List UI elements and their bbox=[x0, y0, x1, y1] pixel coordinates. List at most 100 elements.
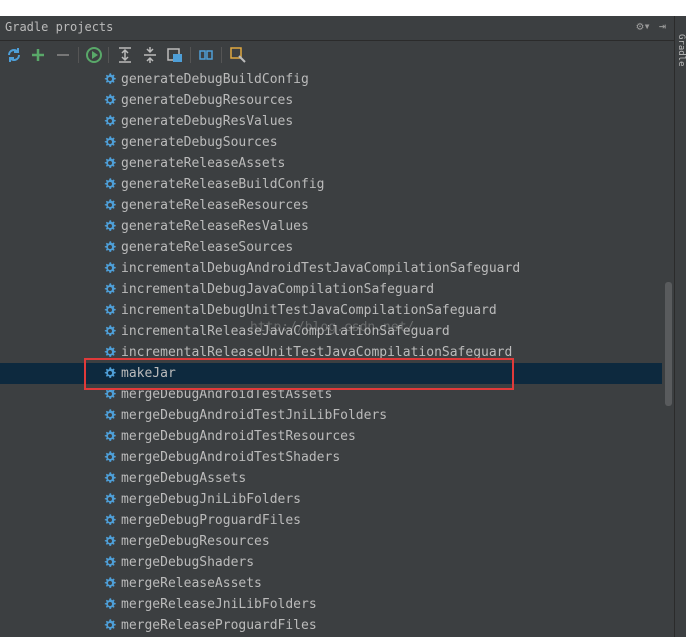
hide-panel-icon[interactable]: ⇥ bbox=[659, 19, 666, 33]
task-label: mergeDebugAndroidTestAssets bbox=[121, 387, 333, 402]
task-label: mergeReleaseJniLibFolders bbox=[121, 597, 317, 612]
task-row[interactable]: generateDebugResources bbox=[0, 90, 662, 111]
refresh-icon[interactable] bbox=[4, 45, 24, 65]
task-row[interactable]: mergeDebugJniLibFolders bbox=[0, 489, 662, 510]
task-row[interactable]: mergeReleaseJniLibFolders bbox=[0, 594, 662, 615]
gradle-task-gear-icon bbox=[104, 388, 116, 399]
gradle-task-gear-icon bbox=[104, 514, 116, 525]
top-edge bbox=[0, 0, 686, 16]
gradle-task-gear-icon bbox=[104, 430, 116, 441]
task-row[interactable]: generateDebugBuildConfig bbox=[0, 69, 662, 90]
gradle-task-gear-icon bbox=[104, 283, 116, 294]
task-label: generateReleaseSources bbox=[121, 240, 294, 255]
task-label: mergeDebugProguardFiles bbox=[121, 513, 302, 528]
task-label: generateDebugBuildConfig bbox=[121, 72, 309, 87]
task-label: mergeReleaseAssets bbox=[121, 576, 262, 591]
gradle-task-gear-icon bbox=[104, 178, 116, 189]
task-row[interactable]: mergeReleaseAssets bbox=[0, 573, 662, 594]
gradle-task-gear-icon bbox=[104, 451, 116, 462]
task-row[interactable]: mergeDebugAndroidTestResources bbox=[0, 426, 662, 447]
right-tool-window-strip bbox=[674, 16, 686, 637]
task-label: mergeDebugAndroidTestJniLibFolders bbox=[121, 408, 388, 423]
task-row[interactable]: generateReleaseBuildConfig bbox=[0, 174, 662, 195]
gradle-task-gear-icon bbox=[104, 577, 116, 588]
task-row[interactable]: mergeDebugAssets bbox=[0, 468, 662, 489]
task-label: incrementalReleaseUnitTestJavaCompilatio… bbox=[121, 345, 513, 360]
gradle-task-gear-icon bbox=[104, 535, 116, 546]
task-row[interactable]: generateReleaseResValues bbox=[0, 216, 662, 237]
panel-title: Gradle projects bbox=[5, 20, 114, 34]
task-row[interactable]: incrementalDebugAndroidTestJavaCompilati… bbox=[0, 258, 662, 279]
task-label: mergeDebugAndroidTestResources bbox=[121, 429, 356, 444]
toolbar-separator bbox=[78, 47, 79, 63]
gradle-task-gear-icon bbox=[104, 73, 116, 84]
task-label: generateDebugResources bbox=[121, 93, 294, 108]
gear-dropdown-icon[interactable]: ⚙▾ bbox=[636, 19, 650, 33]
task-label: incrementalReleaseJavaCompilationSafegua… bbox=[121, 324, 450, 339]
task-row[interactable]: mergeReleaseProguardFiles bbox=[0, 615, 662, 636]
gradle-task-gear-icon bbox=[104, 115, 116, 126]
execute-task-icon[interactable] bbox=[84, 45, 104, 65]
task-row[interactable]: generateDebugResValues bbox=[0, 111, 662, 132]
remove-icon[interactable] bbox=[53, 45, 73, 65]
task-label: generateReleaseAssets bbox=[121, 156, 286, 171]
task-row[interactable]: generateReleaseSources bbox=[0, 237, 662, 258]
gradle-task-gear-icon bbox=[104, 262, 116, 273]
task-row[interactable]: incrementalDebugUnitTestJavaCompilationS… bbox=[0, 300, 662, 321]
task-row[interactable]: incrementalReleaseUnitTestJavaCompilatio… bbox=[0, 342, 662, 363]
task-row-selected[interactable]: makeJar bbox=[0, 363, 662, 384]
task-row[interactable]: generateDebugSources bbox=[0, 132, 662, 153]
task-label: mergeDebugShaders bbox=[121, 555, 255, 570]
gradle-task-gear-icon bbox=[104, 157, 116, 168]
task-label: mergeDebugJniLibFolders bbox=[121, 492, 302, 507]
gradle-task-gear-icon bbox=[104, 493, 116, 504]
toggle-offline-icon[interactable] bbox=[196, 45, 216, 65]
task-label: incrementalDebugAndroidTestJavaCompilati… bbox=[121, 261, 521, 276]
gradle-side-tab[interactable]: Gradle bbox=[676, 34, 686, 67]
task-row[interactable]: mergeDebugProguardFiles bbox=[0, 510, 662, 531]
gradle-task-gear-icon bbox=[104, 409, 116, 420]
toolbar-separator bbox=[108, 47, 109, 63]
task-row[interactable]: mergeDebugAndroidTestJniLibFolders bbox=[0, 405, 662, 426]
panel-header-actions: ⚙▾ ⇥ bbox=[636, 19, 666, 33]
task-label: generateDebugSources bbox=[121, 135, 278, 150]
gradle-task-gear-icon bbox=[104, 619, 116, 630]
task-label: generateReleaseResources bbox=[121, 198, 309, 213]
add-icon[interactable] bbox=[28, 45, 48, 65]
panel-header: Gradle projects ⚙▾ ⇥ bbox=[0, 16, 674, 41]
expand-all-icon[interactable] bbox=[115, 45, 135, 65]
settings-icon[interactable] bbox=[228, 45, 248, 65]
task-row[interactable]: mergeDebugAndroidTestShaders bbox=[0, 447, 662, 468]
gradle-task-gear-icon bbox=[104, 220, 116, 231]
task-label: generateDebugResValues bbox=[121, 114, 294, 129]
task-label: incrementalDebugJavaCompilationSafeguard bbox=[121, 282, 435, 297]
gradle-task-tree: generateDebugBuildConfig generateDebugRes… bbox=[0, 69, 662, 637]
gradle-task-gear-icon bbox=[104, 598, 116, 609]
gradle-task-gear-icon bbox=[104, 136, 116, 147]
task-row[interactable]: incrementalDebugJavaCompilationSafeguard bbox=[0, 279, 662, 300]
gradle-task-gear-icon bbox=[104, 367, 116, 378]
task-label: generateReleaseBuildConfig bbox=[121, 177, 325, 192]
task-label: mergeReleaseProguardFiles bbox=[121, 618, 317, 633]
task-row[interactable]: mergeDebugShaders bbox=[0, 552, 662, 573]
task-label: mergeDebugAndroidTestShaders bbox=[121, 450, 341, 465]
collapse-all-icon[interactable] bbox=[140, 45, 160, 65]
task-row[interactable]: mergeDebugResources bbox=[0, 531, 662, 552]
task-label: mergeDebugAssets bbox=[121, 471, 247, 486]
task-row[interactable]: mergeDebugAndroidTestAssets bbox=[0, 384, 662, 405]
gradle-task-gear-icon bbox=[104, 346, 116, 357]
task-row[interactable]: incrementalReleaseJavaCompilationSafegua… bbox=[0, 321, 662, 342]
attach-project-icon[interactable] bbox=[165, 45, 185, 65]
gradle-task-gear-icon bbox=[104, 304, 116, 315]
task-label: generateReleaseResValues bbox=[121, 219, 309, 234]
task-row[interactable]: generateReleaseResources bbox=[0, 195, 662, 216]
task-label: incrementalDebugUnitTestJavaCompilationS… bbox=[121, 303, 497, 318]
task-label: makeJar bbox=[121, 366, 176, 381]
gradle-task-gear-icon bbox=[104, 325, 116, 336]
gradle-task-gear-icon bbox=[104, 199, 116, 210]
gradle-task-gear-icon bbox=[104, 556, 116, 567]
scrollbar-thumb[interactable] bbox=[665, 282, 672, 406]
gradle-task-gear-icon bbox=[104, 94, 116, 105]
task-row[interactable]: generateReleaseAssets bbox=[0, 153, 662, 174]
task-label: mergeDebugResources bbox=[121, 534, 270, 549]
